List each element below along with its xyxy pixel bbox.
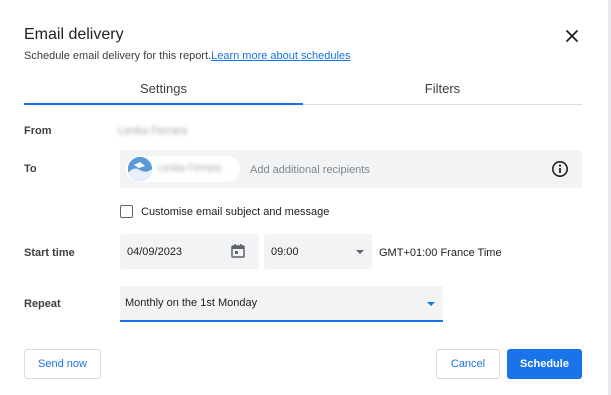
start-date-field[interactable]: 04/09/2023 [120, 234, 259, 269]
from-value: Lenka Ferrara [118, 125, 188, 137]
email-delivery-dialog: Email delivery Schedule email delivery f… [0, 0, 611, 395]
from-label: From [24, 125, 52, 137]
customise-option: Customise email subject and message [120, 205, 329, 218]
send-now-button[interactable]: Send now [24, 349, 101, 379]
start-date-value: 04/09/2023 [127, 246, 183, 258]
learn-more-link[interactable]: Learn more about schedules [211, 50, 350, 62]
recipient-name: Lenka Ferrara [158, 163, 221, 174]
recipients-field[interactable]: Lenka Ferrara [120, 150, 582, 188]
recipient-chip[interactable]: Lenka Ferrara [126, 156, 240, 182]
tab-bar: Settings Filters [24, 76, 582, 105]
start-time-label: Start time [24, 247, 75, 259]
calendar-icon[interactable] [230, 243, 246, 259]
customise-label: Customise email subject and message [141, 205, 330, 218]
chevron-down-icon [356, 250, 364, 254]
close-icon [566, 30, 578, 42]
start-time-value: 09:00 [271, 246, 299, 258]
repeat-label: Repeat [24, 298, 61, 310]
schedule-button[interactable]: Schedule [507, 349, 582, 379]
repeat-value: Monthly on the 1st Monday [125, 297, 258, 309]
subtitle-text: Schedule email delivery for this report. [24, 50, 212, 62]
customise-checkbox[interactable] [120, 205, 133, 218]
timezone-label: GMT+01:00 France Time [379, 247, 502, 259]
tab-filters[interactable]: Filters [303, 76, 582, 104]
start-time-select[interactable]: 09:00 [264, 234, 372, 269]
dialog-subtitle: Schedule email delivery for this report.… [24, 50, 351, 62]
cancel-button[interactable]: Cancel [436, 349, 500, 379]
close-button[interactable] [560, 24, 584, 48]
info-icon[interactable] [551, 160, 569, 178]
to-label: To [24, 163, 37, 175]
avatar [128, 157, 152, 181]
repeat-select[interactable]: Monthly on the 1st Monday [120, 286, 443, 322]
add-recipients-input[interactable] [248, 160, 512, 180]
dialog-title: Email delivery [24, 26, 124, 43]
chevron-down-icon [427, 302, 435, 306]
tab-settings[interactable]: Settings [24, 76, 303, 105]
